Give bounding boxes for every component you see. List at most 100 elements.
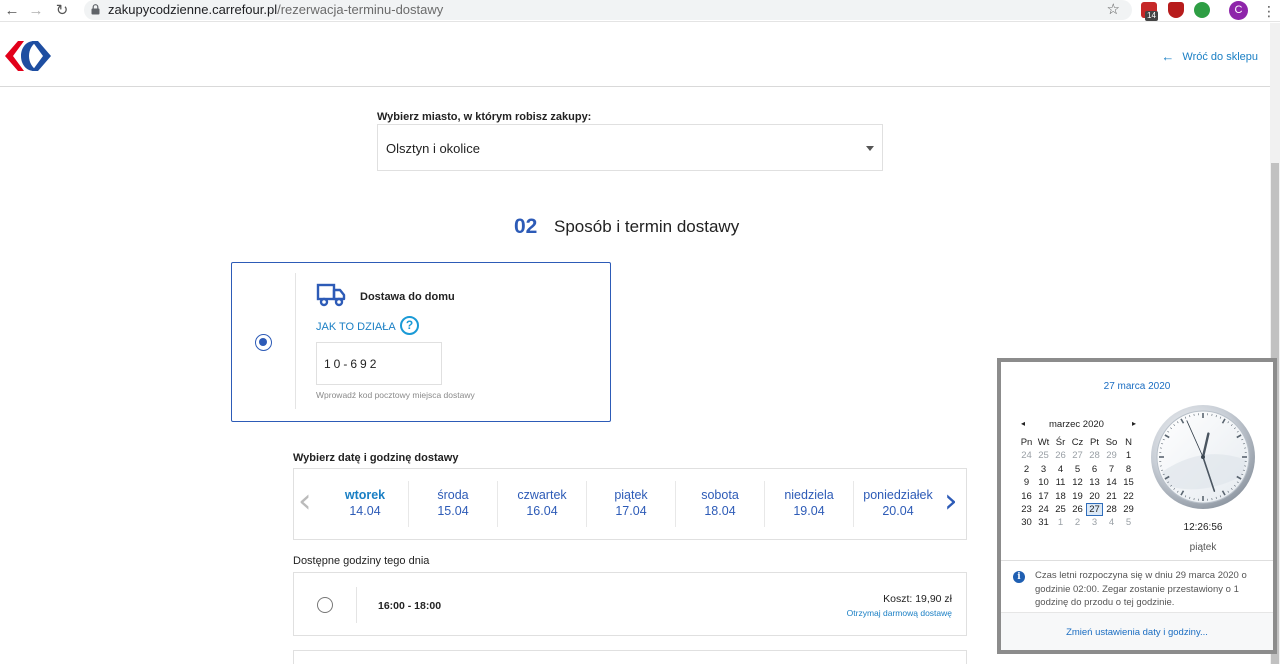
weekday-header: Wt [1037, 437, 1050, 448]
calendar-day[interactable]: 21 [1103, 490, 1120, 503]
calendar-day[interactable]: 22 [1120, 490, 1137, 503]
time-slot-cost: Koszt: 19,90 zł [883, 593, 952, 605]
time-slot-option[interactable]: 16:00 - 18:00 Koszt: 19,90 zł Otrzymaj d… [293, 572, 967, 636]
calendar-day[interactable]: 10 [1035, 476, 1052, 489]
section-title: Sposób i termin dostawy [554, 217, 740, 236]
calendar-day[interactable]: 30 [1018, 516, 1035, 529]
browser-toolbar: ← → ↻ zakupycodzienne.carrefour.pl/rezer… [0, 0, 1280, 22]
day-tab-2[interactable]: czwartek 16.04 [498, 469, 586, 541]
day-tab-6[interactable]: poniedziałek 20.04 [854, 469, 942, 541]
calendar-day[interactable]: 20 [1086, 490, 1103, 503]
day-date: 20.04 [882, 504, 914, 518]
day-tab-5[interactable]: niedziela 19.04 [765, 469, 853, 541]
calendar-day[interactable]: 29 [1120, 503, 1137, 516]
calendar-day[interactable]: 5 [1069, 463, 1086, 476]
calendar-day[interactable]: 16 [1018, 490, 1035, 503]
calendar-day[interactable]: 26 [1069, 503, 1086, 516]
section-number: 02 [514, 215, 538, 238]
carrefour-logo[interactable] [4, 39, 52, 73]
question-mark-icon[interactable]: ? [400, 316, 419, 335]
calendar-day[interactable]: 28 [1103, 503, 1120, 516]
calendar-day[interactable]: 23 [1018, 503, 1035, 516]
calendar-day[interactable]: 31 [1035, 516, 1052, 529]
day-tab-0[interactable]: wtorek 14.04 [322, 469, 408, 541]
chevron-right-icon[interactable]: › [944, 479, 958, 523]
calendar-day[interactable]: 2 [1018, 463, 1035, 476]
address-bar[interactable]: zakupycodzienne.carrefour.pl/rezerwacja-… [84, 0, 1132, 20]
weekday-label: piątek [1189, 542, 1217, 553]
calendar-next-icon[interactable]: ▸ [1132, 419, 1136, 428]
how-it-works-link[interactable]: JAK TO DZIAŁA [316, 321, 396, 333]
calendar-day[interactable]: 3 [1035, 463, 1052, 476]
calendar-month[interactable]: marzec 2020 [1049, 419, 1104, 430]
calendar-day[interactable]: 15 [1120, 476, 1137, 489]
calendar-day[interactable]: 24 [1035, 503, 1052, 516]
back-to-shop-link[interactable]: ← Wróć do sklepu [1161, 49, 1258, 64]
dst-notice: i Czas letni rozpoczyna się w dniu 29 ma… [1001, 560, 1273, 612]
home-delivery-title: Dostawa do domu [360, 291, 455, 303]
calendar-day[interactable]: 3 [1086, 516, 1103, 529]
profile-avatar[interactable]: C [1229, 1, 1248, 20]
calendar-day[interactable]: 13 [1086, 476, 1103, 489]
day-name: niedziela [784, 488, 834, 502]
calendar-day[interactable]: 28 [1086, 449, 1103, 462]
calendar-day[interactable]: 7 [1103, 463, 1120, 476]
calendar-day[interactable]: 5 [1120, 516, 1137, 529]
calendar-day[interactable]: 14 [1103, 476, 1120, 489]
day-tab-3[interactable]: piątek 17.04 [587, 469, 675, 541]
calendar-day[interactable]: 1 [1052, 516, 1069, 529]
calendar-day[interactable]: 25 [1052, 503, 1069, 516]
time-slot-radio[interactable] [317, 597, 333, 613]
calendar-day[interactable]: 9 [1018, 476, 1035, 489]
back-arrow-icon[interactable]: ← [2, 1, 22, 21]
calendar-day[interactable]: 6 [1086, 463, 1103, 476]
available-hours-label: Dostępne godziny tego dnia [293, 555, 430, 567]
calendar-day[interactable]: 2 [1069, 516, 1086, 529]
calendar-day[interactable]: 26 [1052, 449, 1069, 462]
weekday-header: Śr [1055, 437, 1066, 448]
date-picker-strip: ‹ wtorek 14.04 środa 15.04 czwartek 16.0… [293, 468, 967, 540]
change-datetime-settings-link[interactable]: Zmień ustawienia daty i godziny... [1001, 627, 1273, 638]
calendar-day[interactable]: 24 [1018, 449, 1035, 462]
calendar-day[interactable]: 4 [1103, 516, 1120, 529]
adblock-icon[interactable] [1168, 2, 1184, 18]
arrow-left-icon: ← [1161, 49, 1175, 64]
forward-arrow-icon[interactable]: → [26, 1, 46, 21]
home-delivery-option[interactable]: Dostawa do domu JAK TO DZIAŁA ? Wprowadź… [231, 262, 611, 422]
weekday-header: N [1125, 437, 1132, 448]
postal-code-input[interactable] [316, 342, 442, 385]
city-select[interactable]: Olsztyn i okolice [377, 124, 883, 171]
calendar-day[interactable]: 11 [1052, 476, 1069, 489]
calendar-day[interactable]: 8 [1120, 463, 1137, 476]
calendar-day[interactable]: 19 [1069, 490, 1086, 503]
reload-icon[interactable]: ↻ [52, 1, 72, 21]
check-extension-icon[interactable] [1194, 2, 1210, 18]
day-name: poniedziałek [863, 488, 933, 502]
digital-time: 12:26:56 [1183, 522, 1223, 533]
day-tab-4[interactable]: sobota 18.04 [676, 469, 764, 541]
postal-code-hint: Wprowadź kod pocztowy miejsca dostawy [316, 390, 475, 400]
flyout-date-link[interactable]: 27 marca 2020 [1001, 381, 1273, 392]
calendar-day[interactable]: 1 [1120, 449, 1137, 462]
home-delivery-radio[interactable] [255, 334, 272, 351]
day-tab-1[interactable]: środa 15.04 [409, 469, 497, 541]
calendar-day[interactable]: 17 [1035, 490, 1052, 503]
calendar-day[interactable]: 25 [1035, 449, 1052, 462]
delivery-truck-icon [316, 283, 346, 307]
browser-menu-icon[interactable]: ⋮ [1262, 1, 1276, 21]
day-date: 14.04 [349, 504, 381, 518]
calendar-prev-icon[interactable]: ◂ [1021, 419, 1025, 428]
calendar-day[interactable]: 27 [1086, 503, 1103, 516]
chevron-left-icon[interactable]: ‹ [298, 479, 312, 523]
time-slot-option-partial[interactable] [293, 650, 967, 664]
flyout-footer: Zmień ustawienia daty i godziny... [1001, 612, 1273, 650]
bookmark-star-icon[interactable]: ☆ [1107, 0, 1120, 20]
day-name: sobota [701, 488, 739, 502]
free-delivery-link[interactable]: Otrzymaj darmową dostawę [847, 608, 952, 618]
calendar-day[interactable]: 18 [1052, 490, 1069, 503]
calendar-day[interactable]: 12 [1069, 476, 1086, 489]
calendar-day[interactable]: 4 [1052, 463, 1069, 476]
calendar-day[interactable]: 29 [1103, 449, 1120, 462]
calendar-day[interactable]: 27 [1069, 449, 1086, 462]
weekday-header: Cz [1071, 437, 1084, 448]
